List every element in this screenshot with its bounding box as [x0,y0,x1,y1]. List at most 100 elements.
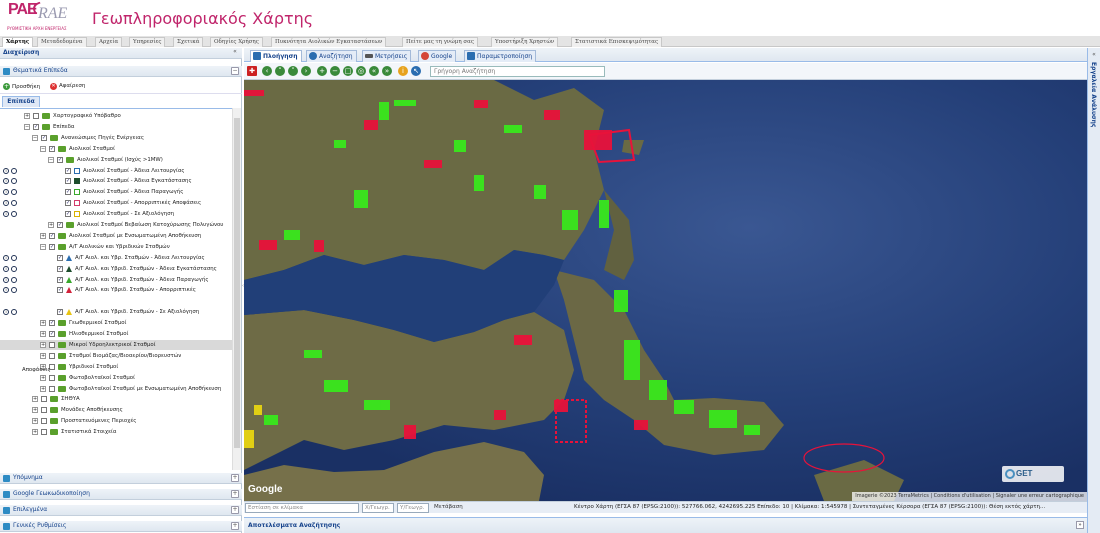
google-logo[interactable]: Google [248,484,282,495]
layer-checkbox[interactable]: ✓ [65,189,71,196]
selected-section[interactable]: Επιλεγμένα + [0,505,242,516]
layer-tree-item[interactable]: − ✓ Αιολικοί Σταθμοί (Ισχύς >1MW) [0,155,232,165]
layer-checkbox[interactable] [41,407,47,414]
map-canvas[interactable]: GET Google Imagerie ©2023 TerraMetrics |… [244,80,1087,501]
menu-tab-services[interactable]: Υπηρεσίες [129,37,166,47]
expand-icon[interactable]: + [24,113,30,119]
x-coordinate-input[interactable]: Χ/Γεωγρ. [362,503,394,513]
layer-tree-item[interactable]: i ✓ Α/Γ Αιολ. και Υβριδ. Σταθμών - Άδεια Π… [0,275,232,285]
expand-results-button[interactable]: » [1076,521,1084,529]
layer-checkbox[interactable]: ✓ [49,243,55,250]
collapse-icon[interactable]: − [48,156,54,163]
collapse-icon[interactable]: − [40,243,46,250]
layer-tree-item[interactable]: + Χαρτογραφικό Υπόβαθρο [0,111,232,121]
collapse-icon[interactable]: − [24,123,30,130]
layer-tree-item[interactable]: i ✓ Αιολικοί Σταθμοί - Απορριπτικές Αποφάσ… [0,198,232,208]
layer-zoom-icon[interactable] [11,211,17,218]
tab-layers[interactable]: Επίπεδα [2,96,40,107]
layer-checkbox[interactable] [33,113,39,119]
layer-info-icon[interactable]: i [3,189,9,196]
menu-tab-wind-density[interactable]: Πυκνότητα Αιολικών Εγκαταστάσεων [271,37,387,47]
layer-checkbox[interactable]: ✓ [57,287,63,294]
layer-checkbox[interactable]: ✓ [57,265,63,272]
tab-settings[interactable]: Παραμετροποίηση [464,50,537,62]
layer-checkbox[interactable] [49,352,55,359]
map-attribution[interactable]: Imagerie ©2023 TerraMetrics | Conditions… [852,492,1087,501]
menu-tab-map[interactable]: Χάρτης [2,37,34,47]
layer-zoom-icon[interactable] [11,265,17,272]
layer-zoom-icon[interactable] [11,167,17,174]
layer-tree-item[interactable]: − ✓ Αιολικοί Σταθμοί [0,144,232,154]
layer-tree-item[interactable]: + Μονάδες Αποθήκευσης [0,405,232,415]
layer-checkbox[interactable]: ✓ [49,320,55,327]
layer-info-icon[interactable]: i [3,200,9,207]
zoom-next-icon[interactable]: » [382,66,392,76]
expand-icon[interactable]: + [48,222,54,228]
layer-zoom-icon[interactable] [11,200,17,207]
layer-checkbox[interactable]: ✓ [57,222,63,228]
layer-checkbox[interactable]: ✓ [57,309,63,316]
expand-icon[interactable]: + [32,407,38,414]
rae-logo[interactable]: PAE RAE ΡΥΘΜΙΣΤΙΚΗ ΑΡΧΗ ΕΝΕΡΓΕΙΑΣ [2,0,80,33]
layer-tree-item[interactable]: + ΣΗΘΥΑ [0,394,232,404]
expand-icon[interactable]: + [32,396,38,403]
layer-info-icon[interactable]: i [3,211,9,218]
layer-checkbox[interactable] [49,341,55,348]
expand-geocoding-button[interactable]: + [231,490,239,498]
menu-tab-statistics[interactable]: Στατιστικά Επισκεψιμότητας [571,37,663,47]
layer-checkbox[interactable]: ✓ [57,254,63,261]
layer-info-icon[interactable]: i [3,178,9,185]
layer-tree-item[interactable]: i ✓ Αιολικοί Σταθμοί - Άδεια Λειτουργίας [0,166,232,176]
tab-measurements[interactable]: Μετρήσεις [362,50,412,62]
layer-tree-item[interactable]: i ✓ Αιολικοί Σταθμοί - Άδεια Εγκατάστασης [0,176,232,186]
tab-navigation[interactable]: Πλοήγηση [250,50,302,62]
layer-checkbox[interactable]: ✓ [57,276,63,283]
layer-zoom-icon[interactable] [11,189,17,196]
quick-search-input[interactable]: Γρήγορη Αναζήτηση [430,66,605,77]
scrollbar-thumb[interactable] [234,118,240,448]
layer-checkbox[interactable]: ✓ [65,200,71,207]
zoom-extent-icon[interactable]: ◎ [356,66,366,76]
layer-tree-item[interactable]: − ✓ Επίπεδα [0,122,232,132]
layer-checkbox[interactable] [49,385,55,392]
layer-info-icon[interactable]: i [3,167,9,174]
tab-search[interactable]: Αναζήτηση [306,50,357,62]
geocoding-section[interactable]: Google Γεωκωδικοποίηση + [0,489,242,500]
layer-info-icon[interactable]: i [3,287,9,294]
expand-selected-button[interactable]: + [231,506,239,514]
menu-tab-user-guide[interactable]: Οδηγίες Χρήσης [210,37,263,47]
layer-zoom-icon[interactable] [11,178,17,185]
menu-tab-about[interactable]: Σχετικά [173,37,204,47]
layer-tree-item[interactable]: i ✓ Α/Γ Αιολ. και Υβριδ. Σταθμών - Σε Αξιο… [0,307,232,317]
info-tool-icon[interactable]: i [398,66,408,76]
layer-zoom-icon[interactable] [11,287,17,294]
layer-tree-item[interactable]: + Φωτοβολταϊκοί Σταθμοί με Ενσωματωμένη Α… [0,384,232,394]
layer-info-icon[interactable]: i [3,265,9,272]
menu-tab-metadata[interactable]: Μεταδεδομένα [37,37,87,47]
collapse-panel-button[interactable]: « [231,49,239,57]
layer-info-icon[interactable]: i [3,276,9,283]
menu-tab-files[interactable]: Αρχεία [95,37,123,47]
layer-checkbox[interactable]: ✓ [65,167,71,174]
layer-tree-item[interactable]: + Μικροί Υδροηλεκτρικοί Σταθμοί [0,339,232,350]
pan-up-icon[interactable]: ˄ [275,66,285,76]
search-results-panel[interactable]: Αποτελέσματα Αναζήτησης » [244,517,1087,533]
expand-settings-button[interactable]: + [231,522,239,530]
layer-tree-item[interactable]: i ✓ Αιολικοί Σταθμοί - Σε Αξιολόγηση [0,209,232,219]
layer-tree-item[interactable]: i ✓ Α/Γ Αιολ. και Υβρ. Σταθμών - Άδεια Λει… [0,253,232,263]
layer-checkbox[interactable] [41,429,47,436]
collapse-icon[interactable]: − [40,145,46,152]
expand-icon[interactable]: + [40,385,46,392]
layer-tree-item[interactable] [0,296,232,306]
layer-tree-item[interactable]: i ✓ Αιολικοί Σταθμοί - Άδεια Παραγωγής [0,187,232,197]
menu-tab-support[interactable]: Υποστήριξη Χρηστών [491,37,559,47]
layer-tree-item[interactable]: i ✓ Α/Γ Αιολ. και Υβριδ. Σταθμών - Απορριπ… [0,285,232,295]
zoom-in-icon[interactable]: + [317,66,327,76]
layer-zoom-icon[interactable] [11,309,17,316]
layer-checkbox[interactable]: ✓ [41,134,47,141]
layer-checkbox[interactable]: ✓ [33,123,39,130]
layer-checkbox[interactable] [49,374,55,381]
layer-checkbox[interactable]: ✓ [65,178,71,185]
analysis-tools-panel[interactable]: « Εργαλεία Ανάλυσης [1087,48,1100,533]
layer-tree-item[interactable]: + Φωτοβολταϊκοί Σταθμοί [0,373,232,383]
